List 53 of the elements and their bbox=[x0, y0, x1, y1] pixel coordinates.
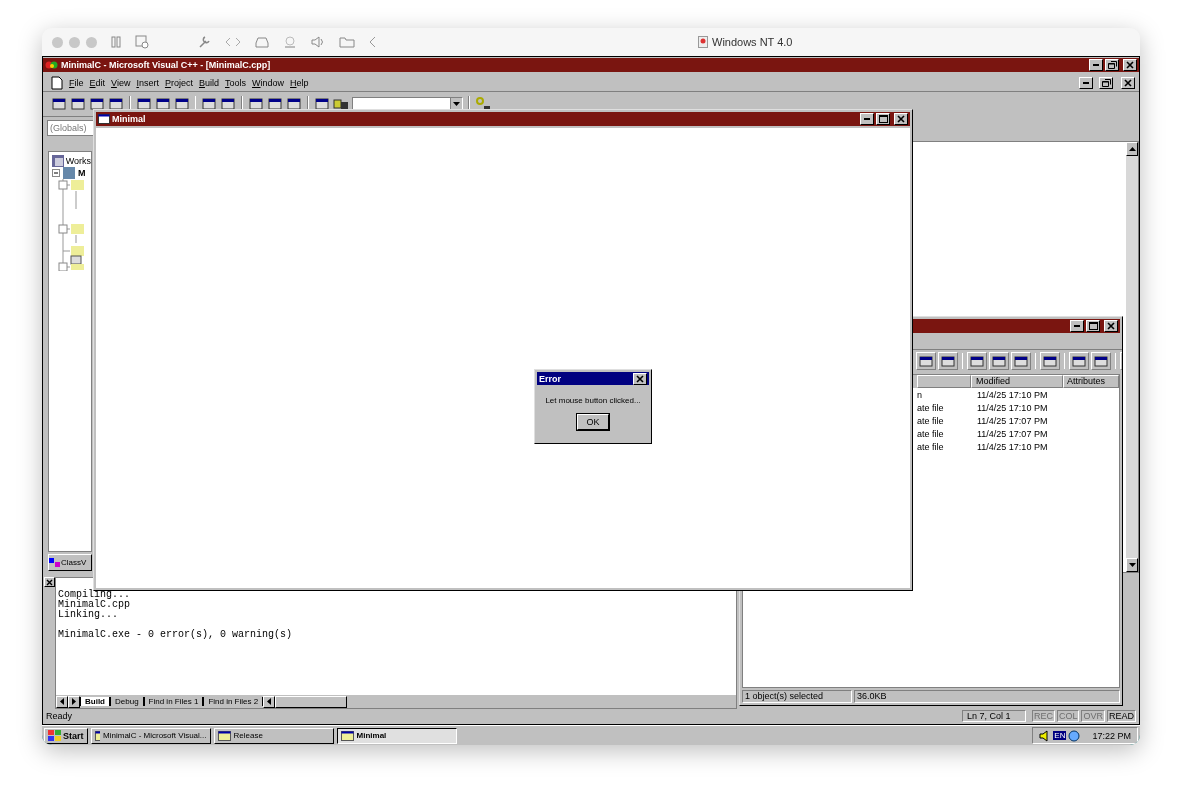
status-indicator: OVR bbox=[1081, 710, 1105, 722]
modified-date: 11/4/25 17:10 PM bbox=[976, 441, 1049, 452]
output-tab[interactable]: Build bbox=[80, 697, 110, 706]
modified-date: 11/4/25 17:10 PM bbox=[976, 402, 1049, 413]
menu-item[interactable]: Build bbox=[198, 78, 219, 88]
menu-item[interactable]: Window bbox=[252, 78, 285, 88]
cursor-position: Ln 7, Col 1 bbox=[961, 710, 1026, 722]
file-name[interactable]: ate file bbox=[917, 428, 944, 439]
column-header[interactable]: Attributes bbox=[1063, 375, 1119, 388]
window-title: Minimal bbox=[112, 114, 146, 124]
scope-combo[interactable]: (Globals) bbox=[47, 120, 95, 136]
output-tab[interactable]: Find in Files 2 bbox=[203, 697, 264, 706]
status-indicator: COL bbox=[1056, 710, 1080, 722]
modified-date: 11/4/25 17:07 PM bbox=[976, 415, 1049, 426]
output-tab[interactable]: Find in Files 1 bbox=[143, 697, 204, 706]
output-line: MinimalC.cpp bbox=[58, 600, 130, 610]
menu-item[interactable]: File bbox=[69, 78, 84, 88]
file-name[interactable]: ate file bbox=[917, 441, 944, 452]
modified-date: 11/4/25 17:07 PM bbox=[976, 428, 1049, 439]
output-line: MinimalC.exe - 0 error(s), 0 warning(s) bbox=[58, 628, 293, 640]
menu-item[interactable]: Tools bbox=[225, 78, 246, 88]
output-line: Linking... bbox=[58, 610, 118, 620]
tree-item[interactable]: M bbox=[78, 168, 86, 178]
status-indicator: READ bbox=[1107, 710, 1136, 722]
taskbar-button[interactable]: MinimalC - Microsoft Visual... bbox=[90, 727, 211, 744]
status-text: Ready bbox=[46, 711, 73, 721]
column-header[interactable]: Modified bbox=[971, 375, 1063, 388]
status-text: 36.0KB bbox=[854, 690, 1120, 703]
language-indicator[interactable]: EN bbox=[1053, 731, 1067, 740]
taskbar-button[interactable]: Minimal bbox=[336, 727, 457, 744]
file-name[interactable]: n bbox=[917, 389, 922, 400]
modified-date: 11/4/25 17:10 PM bbox=[976, 389, 1049, 400]
file-name[interactable]: ate file bbox=[917, 415, 944, 426]
menu-item[interactable]: Project bbox=[164, 78, 193, 88]
output-line: Compiling... bbox=[58, 590, 130, 600]
window-title: MinimalC - Microsoft Visual C++ - [MinimalC.cpp] bbox=[61, 60, 271, 70]
menu-item[interactable]: Edit bbox=[89, 78, 106, 88]
window-title: Windows NT 4.0 bbox=[712, 36, 793, 48]
dialog-message: Let mouse button clicked... bbox=[545, 396, 641, 405]
class-view-tab[interactable]: ClassV bbox=[48, 554, 92, 571]
status-indicator: REC bbox=[1031, 710, 1055, 722]
taskbar-button[interactable]: Release bbox=[213, 727, 334, 744]
status-text: 1 object(s) selected bbox=[742, 690, 852, 703]
dialog-title: Error bbox=[539, 373, 561, 384]
ok-button[interactable]: OK bbox=[577, 414, 609, 430]
clock: 17:22 PM bbox=[1092, 730, 1131, 741]
menu-item[interactable]: Help bbox=[290, 78, 309, 88]
tree-item[interactable]: Works bbox=[65, 156, 91, 166]
menu-item[interactable]: Insert bbox=[136, 78, 159, 88]
start-button[interactable]: Start bbox=[44, 727, 88, 744]
menu-item[interactable]: View bbox=[111, 78, 131, 88]
file-name[interactable]: ate file bbox=[917, 402, 944, 413]
output-tab[interactable]: Debug bbox=[110, 697, 144, 706]
